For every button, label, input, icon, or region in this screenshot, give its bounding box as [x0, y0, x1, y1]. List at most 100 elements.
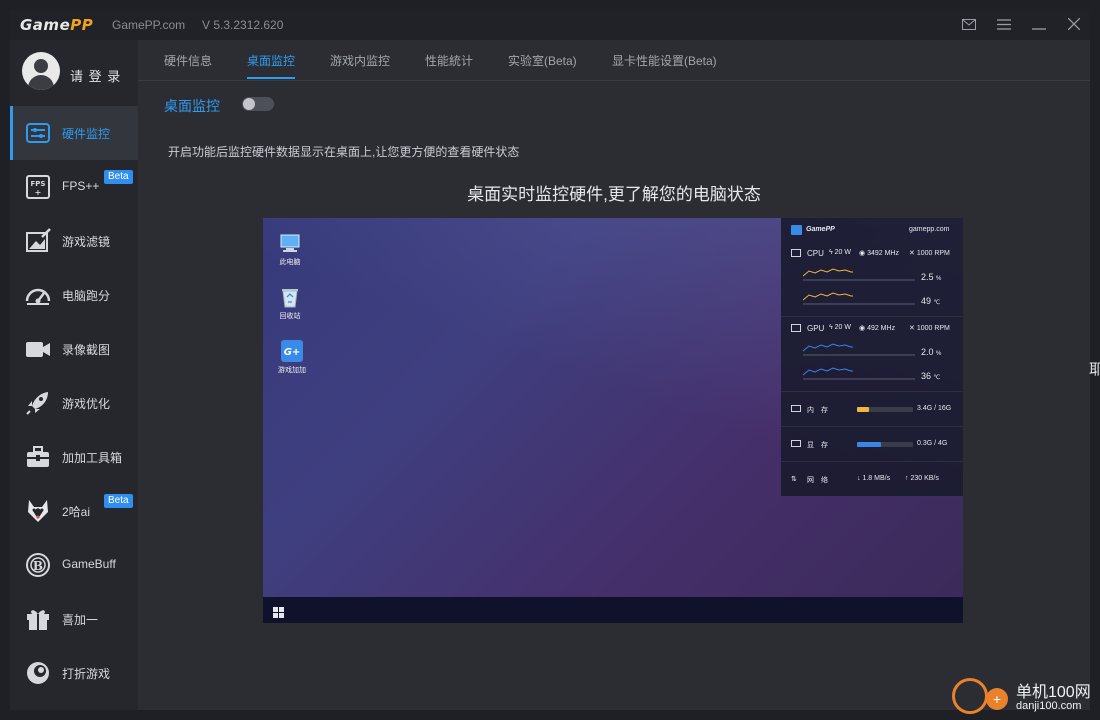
cpu-usage-sparkline [803, 268, 915, 281]
tab-hardware-info[interactable]: 硬件信息 [164, 52, 212, 69]
login-area[interactable]: 请 登 录 [10, 40, 138, 106]
cpu-fan: ✕ 1000 RPM [909, 250, 950, 257]
gamepp-logo-icon [791, 225, 802, 235]
sidebar-item-free-games[interactable]: 喜加一 [10, 592, 138, 646]
memory-icon [791, 405, 801, 412]
gpu-power: ϟ 20 W [829, 324, 851, 331]
cpu-usage: 2.5 % [921, 272, 942, 282]
gpu-temp-sparkline [803, 367, 915, 380]
version-label: V 5.3.2312.620 [202, 18, 284, 32]
benchmark-gauge-icon [24, 281, 52, 309]
cpu-icon [791, 249, 801, 257]
vram-label: 显 存 [807, 442, 828, 449]
main-content: 硬件信息 桌面监控 游戏内监控 性能統计 实验室(Beta) 显卡性能设置(Be… [138, 40, 1090, 710]
rocket-icon [24, 389, 52, 417]
recycle-bin-icon [279, 286, 301, 308]
svg-text:B: B [33, 559, 43, 573]
memory-label: 内 存 [807, 407, 828, 414]
video-camera-icon [24, 335, 52, 363]
svg-text:G+: G+ [284, 347, 301, 358]
gpu-usage: 2.0 % [921, 347, 942, 357]
hardware-monitor-icon [24, 119, 52, 147]
beta-badge: Beta [104, 494, 133, 508]
avatar[interactable] [22, 52, 60, 90]
sidebar-item-gamebuff[interactable]: B GameBuff [10, 538, 138, 592]
desktop-monitor-label: 桌面监控 [164, 98, 220, 114]
memory-value: 3.4G / 16G [917, 405, 952, 412]
tab-bar: 硬件信息 桌面监控 游戏内监控 性能統计 实验室(Beta) 显卡性能设置(Be… [138, 40, 1090, 81]
close-icon[interactable] [1063, 14, 1085, 36]
menu-icon[interactable] [993, 14, 1015, 36]
toolbox-icon [24, 443, 52, 471]
sidebar: 请 登 录 硬件监控 FPS + FPS++ Beta 游戏滤镜 电脑跑分 录像… [10, 40, 138, 710]
fps-icon: FPS + [24, 173, 52, 201]
svg-text:FPS: FPS [31, 180, 46, 188]
cpu-temp-sparkline [803, 292, 915, 305]
gpu-label: GPU [807, 324, 825, 333]
sidebar-item-recording[interactable]: 录像截图 [10, 322, 138, 376]
feature-description: 开启功能后监控硬件数据显示在桌面上,让您更方便的查看硬件状态 [168, 145, 520, 159]
sidebar-item-toolbox[interactable]: 加加工具箱 [10, 430, 138, 484]
windows-start-icon [273, 605, 284, 618]
svg-text:+: + [35, 188, 42, 197]
memory-bar [857, 407, 913, 412]
vram-bar [857, 442, 913, 447]
app-window: GamePP GamePP.com V 5.3.2312.620 请 登 录 硬… [10, 10, 1090, 710]
cpu-label: CPU [807, 249, 824, 258]
network-label: 网 络 [807, 477, 828, 484]
desktop-icon-recycle-bin: 回收站 [270, 286, 310, 321]
mail-icon[interactable] [958, 14, 980, 36]
watermark-logo-icon [952, 678, 988, 714]
game-filter-icon [24, 227, 52, 255]
preview-headline: 桌面实时监控硬件,更了解您的电脑状态 [467, 185, 761, 204]
gpu-fan: ✕ 1000 RPM [909, 325, 950, 332]
tab-ingame-monitor[interactable]: 游戏内监控 [330, 52, 390, 69]
panel-brand: GamePP [806, 226, 835, 233]
login-label[interactable]: 请 登 录 [70, 66, 121, 85]
title-bar: GamePP GamePP.com V 5.3.2312.620 [10, 10, 1090, 40]
network-down: ↓ 1.8 MB/s [857, 475, 891, 482]
sidebar-item-fps[interactable]: FPS + FPS++ Beta [10, 160, 138, 214]
computer-icon [279, 232, 301, 254]
gpu-usage-sparkline [803, 343, 915, 356]
sidebar-item-2ha-ai[interactable]: 2哈ai Beta [10, 484, 138, 538]
gift-icon [24, 605, 52, 633]
sidebar-item-discount[interactable]: 打折游戏 [10, 646, 138, 700]
sidebar-item-game-filter[interactable]: 游戏滤镜 [10, 214, 138, 268]
monitor-panel: GamePP gamepp.com CPU ϟ 20 W ◉ 3492 MHz … [781, 218, 963, 496]
vram-value: 0.3G / 4G [917, 440, 948, 447]
tab-gpu-settings[interactable]: 显卡性能设置(Beta) [612, 52, 717, 69]
gamepp-app-icon: G+ [281, 340, 303, 362]
watermark-cn: 单机100网 [1016, 684, 1091, 701]
watermark: + 单机100网 danji100.com [948, 676, 1100, 720]
cpu-freq: ◉ 3492 MHz [859, 250, 899, 257]
site-label: GamePP.com [112, 18, 186, 32]
sidebar-item-optimize[interactable]: 游戏优化 [10, 376, 138, 430]
tab-desktop-monitor[interactable]: 桌面监控 [247, 52, 295, 69]
beta-badge: Beta [104, 170, 133, 184]
watermark-url: danji100.com [1016, 700, 1082, 712]
desktop-monitor-toggle[interactable] [242, 97, 274, 111]
network-icon: ⇅ [791, 476, 797, 483]
cpu-power: ϟ 20 W [829, 249, 851, 256]
desktop-icon-computer: 此电脑 [270, 232, 310, 267]
preview-taskbar [263, 597, 963, 623]
gpu-temp: 36 ℃ [921, 371, 941, 381]
active-tab-underline [247, 77, 295, 79]
gamebuff-icon: B [24, 551, 52, 579]
sidebar-item-hardware-monitor[interactable]: 硬件监控 [10, 106, 138, 160]
network-up: ↑ 230 KB/s [905, 475, 939, 482]
desktop-preview-image: 此电脑 回收站 G+ 游戏加加 GamePP gamepp.com CPU ϟ … [263, 218, 963, 623]
desktop-icon-gamepp: G+ 游戏加加 [272, 340, 312, 375]
tab-lab[interactable]: 实验室(Beta) [508, 52, 577, 69]
tab-performance-stats[interactable]: 性能統计 [425, 52, 473, 69]
app-logo: GamePP [20, 16, 94, 34]
minimize-icon[interactable] [1028, 14, 1050, 36]
sidebar-item-benchmark[interactable]: 电脑跑分 [10, 268, 138, 322]
cpu-temp: 49 ℃ [921, 296, 941, 306]
watermark-plus-icon: + [986, 688, 1008, 710]
gpu-icon [791, 324, 801, 332]
edge-partial-text: 耶 [1089, 361, 1100, 378]
husky-icon [24, 497, 52, 525]
gpu-freq: ◉ 492 MHz [859, 325, 896, 332]
